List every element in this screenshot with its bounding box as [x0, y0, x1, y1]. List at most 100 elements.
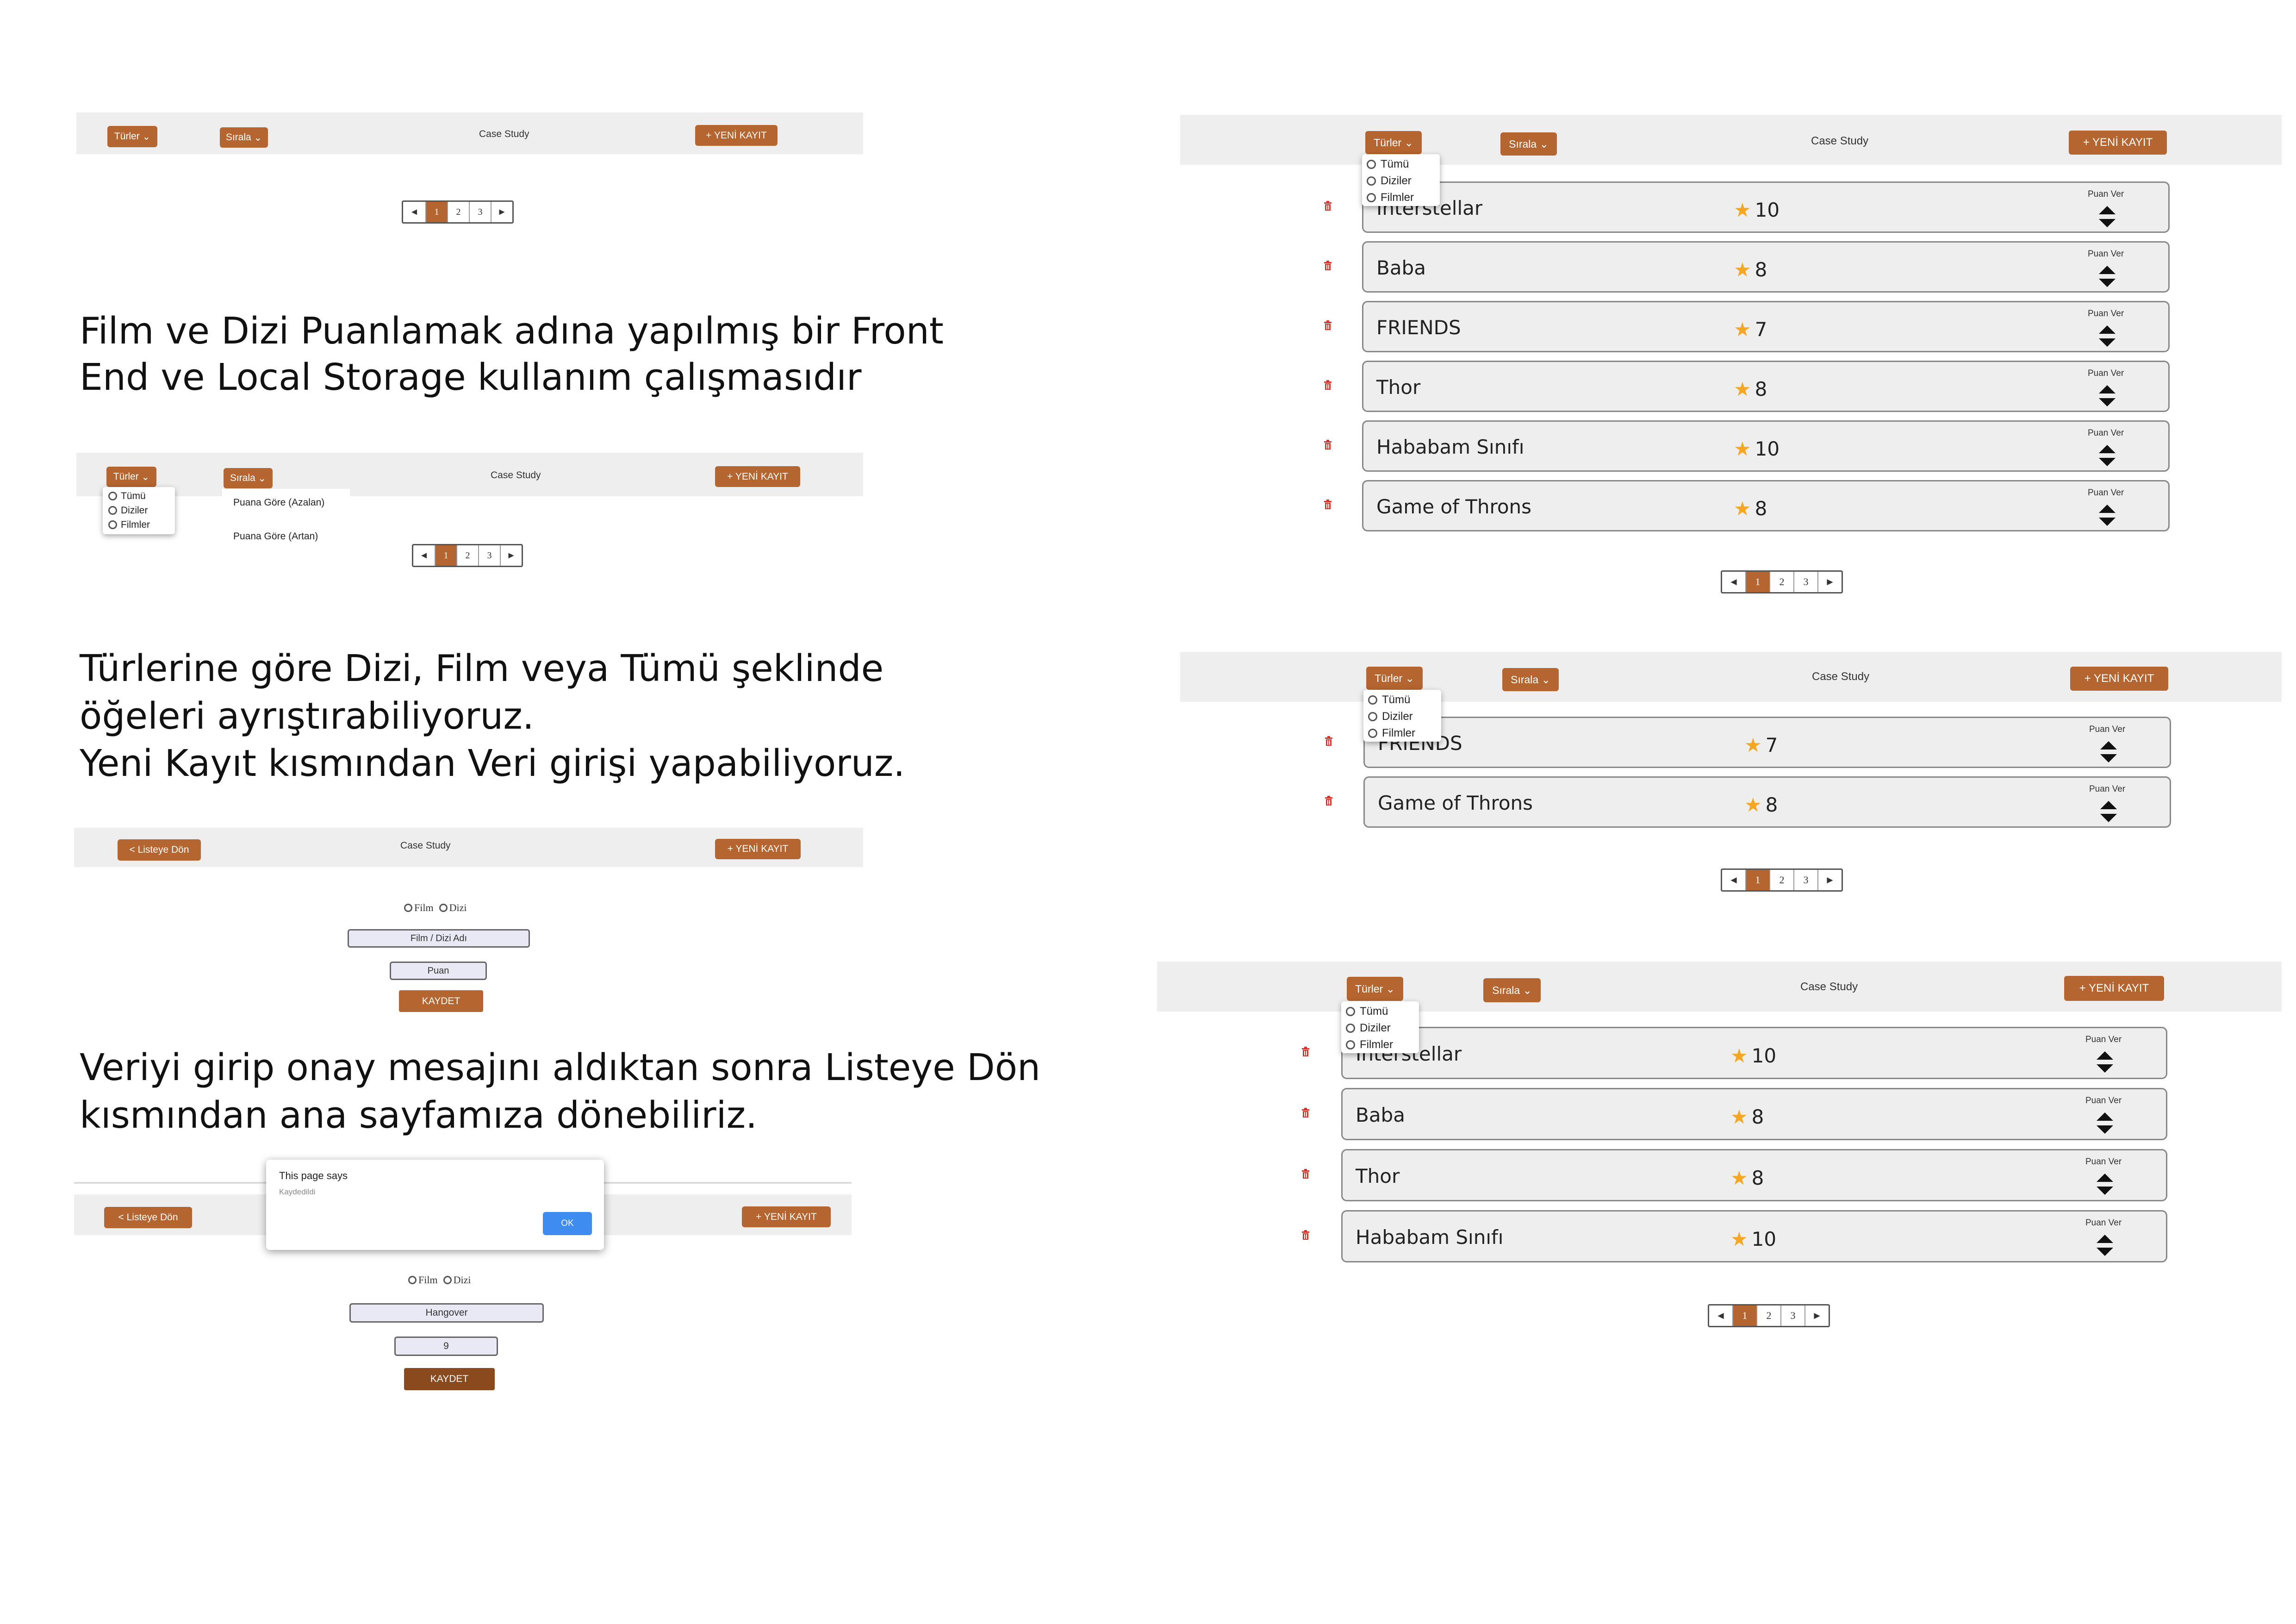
page-1[interactable]: 1 — [1733, 1305, 1757, 1326]
delete-trash-icon[interactable] — [1301, 1168, 1310, 1182]
page-2[interactable]: 2 — [1770, 870, 1794, 890]
back-to-list-button[interactable]: < Listeye Dön — [104, 1207, 192, 1228]
delete-trash-icon[interactable] — [1324, 499, 1332, 512]
page-1[interactable]: 1 — [1746, 870, 1770, 890]
next-page-arrow-icon[interactable]: ► — [501, 545, 522, 566]
page-3[interactable]: 3 — [1794, 572, 1818, 592]
prev-page-arrow-icon[interactable]: ◄ — [413, 545, 436, 566]
page-2[interactable]: 2 — [1770, 572, 1794, 592]
radio-icon[interactable] — [1367, 176, 1376, 186]
page-2[interactable]: 2 — [457, 545, 479, 566]
turler-dropdown-button[interactable]: Türler ⌄ — [106, 467, 156, 487]
rate-updown-icon[interactable] — [2096, 1173, 2114, 1198]
delete-trash-icon[interactable] — [1324, 260, 1332, 274]
name-input[interactable]: Hangover — [349, 1303, 544, 1323]
rate-updown-icon[interactable] — [2096, 1234, 2114, 1259]
prev-page-arrow-icon[interactable]: ◄ — [403, 202, 426, 222]
rate-updown-icon[interactable] — [2096, 1050, 2114, 1075]
rate-updown-icon[interactable] — [2098, 205, 2116, 230]
delete-trash-icon[interactable] — [1324, 200, 1332, 214]
film-radio-icon[interactable] — [404, 904, 412, 912]
delete-trash-icon[interactable] — [1324, 320, 1332, 333]
rate-updown-icon[interactable] — [2098, 444, 2116, 469]
new-record-button[interactable]: + YENİ KAYIT — [695, 125, 778, 146]
page-1[interactable]: 1 — [426, 202, 448, 222]
sirala-dropdown-button[interactable]: Sırala ⌄ — [1502, 668, 1559, 691]
filter-option[interactable]: Diziler — [1367, 173, 1435, 189]
radio-icon[interactable] — [1346, 1007, 1355, 1016]
sirala-dropdown-button[interactable]: Sırala ⌄ — [220, 127, 268, 148]
new-record-button[interactable]: + YENİ KAYIT — [2069, 131, 2167, 155]
sort-option-asc[interactable]: Puana Göre (Artan) — [233, 530, 339, 543]
sort-option-desc[interactable]: Puana Göre (Azalan) — [233, 497, 339, 530]
score-input[interactable]: 9 — [394, 1337, 498, 1356]
name-input[interactable]: Film / Dizi Adı — [348, 929, 530, 948]
dizi-radio-icon[interactable] — [439, 904, 448, 912]
new-record-button[interactable]: + YENİ KAYIT — [742, 1206, 831, 1227]
filter-option-tumu[interactable]: Tümü — [108, 489, 169, 503]
radio-icon[interactable] — [1346, 1040, 1355, 1049]
delete-trash-icon[interactable] — [1325, 795, 1333, 809]
rate-updown-icon[interactable] — [2099, 740, 2118, 765]
radio-icon[interactable] — [1367, 160, 1376, 169]
next-page-arrow-icon[interactable]: ► — [492, 202, 512, 222]
next-page-arrow-icon[interactable]: ► — [1818, 870, 1842, 890]
page-3[interactable]: 3 — [1794, 870, 1818, 890]
delete-trash-icon[interactable] — [1324, 380, 1332, 393]
rate-updown-icon[interactable] — [2098, 384, 2116, 409]
radio-icon[interactable] — [1368, 729, 1377, 738]
delete-trash-icon[interactable] — [1325, 736, 1333, 749]
back-to-list-button[interactable]: < Listeye Dön — [118, 839, 201, 861]
page-2[interactable]: 2 — [448, 202, 470, 222]
radio-icon[interactable] — [1368, 712, 1377, 721]
radio-icon[interactable] — [108, 520, 117, 529]
turler-dropdown-button[interactable]: Türler ⌄ — [1347, 977, 1403, 1001]
delete-trash-icon[interactable] — [1301, 1230, 1310, 1243]
rate-updown-icon[interactable] — [2098, 325, 2116, 350]
filter-option-filmler[interactable]: Filmler — [108, 518, 169, 532]
prev-page-arrow-icon[interactable]: ◄ — [1722, 870, 1746, 890]
turler-dropdown-button[interactable]: Türler ⌄ — [1365, 131, 1422, 154]
prev-page-arrow-icon[interactable]: ◄ — [1709, 1305, 1733, 1326]
sirala-dropdown-button[interactable]: Sırala ⌄ — [1500, 132, 1557, 156]
new-record-button[interactable]: + YENİ KAYIT — [715, 466, 800, 487]
radio-icon[interactable] — [108, 506, 117, 515]
filter-option[interactable]: Diziler — [1368, 708, 1437, 725]
rate-updown-icon[interactable] — [2099, 800, 2118, 825]
next-page-arrow-icon[interactable]: ► — [1805, 1305, 1829, 1326]
page-3[interactable]: 3 — [470, 202, 492, 222]
new-record-button[interactable]: + YENİ KAYIT — [715, 839, 801, 859]
page-1[interactable]: 1 — [436, 545, 457, 566]
filter-option-diziler[interactable]: Diziler — [108, 503, 169, 518]
page-2[interactable]: 2 — [1757, 1305, 1781, 1326]
sirala-dropdown-button[interactable]: Sırala ⌄ — [1483, 978, 1541, 1002]
filter-option[interactable]: Tümü — [1367, 156, 1435, 173]
radio-icon[interactable] — [1368, 695, 1377, 705]
turler-dropdown-button[interactable]: Türler ⌄ — [1366, 667, 1423, 690]
page-3[interactable]: 3 — [1781, 1305, 1805, 1326]
filter-option[interactable]: Filmler — [1346, 1037, 1414, 1053]
prev-page-arrow-icon[interactable]: ◄ — [1722, 572, 1746, 592]
sirala-dropdown-button[interactable]: Sırala ⌄ — [224, 468, 273, 488]
save-button[interactable]: KAYDET — [404, 1368, 495, 1390]
delete-trash-icon[interactable] — [1301, 1046, 1310, 1060]
film-radio-icon[interactable] — [408, 1276, 417, 1284]
turler-dropdown-button[interactable]: Türler ⌄ — [107, 126, 157, 147]
score-input[interactable]: Puan — [390, 962, 487, 980]
page-1[interactable]: 1 — [1746, 572, 1770, 592]
filter-option[interactable]: Filmler — [1368, 725, 1437, 742]
ok-button[interactable]: OK — [543, 1212, 592, 1235]
rate-updown-icon[interactable] — [2098, 504, 2116, 529]
delete-trash-icon[interactable] — [1324, 439, 1332, 453]
rate-updown-icon[interactable] — [2098, 265, 2116, 290]
save-button[interactable]: KAYDET — [399, 990, 483, 1012]
delete-trash-icon[interactable] — [1301, 1107, 1310, 1121]
filter-option[interactable]: Tümü — [1368, 692, 1437, 708]
dizi-radio-icon[interactable] — [443, 1276, 452, 1284]
new-record-button[interactable]: + YENİ KAYIT — [2070, 667, 2168, 691]
new-record-button[interactable]: + YENİ KAYIT — [2064, 976, 2164, 1001]
filter-option[interactable]: Tümü — [1346, 1003, 1414, 1020]
filter-option[interactable]: Diziler — [1346, 1020, 1414, 1037]
radio-icon[interactable] — [1346, 1024, 1355, 1033]
filter-option[interactable]: Filmler — [1367, 189, 1435, 206]
